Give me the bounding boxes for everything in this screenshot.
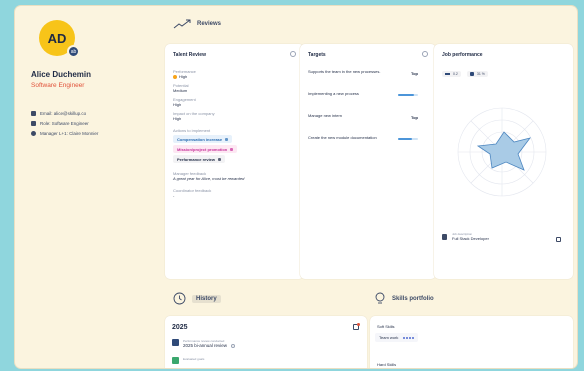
legend-label: 31 % bbox=[476, 72, 485, 76]
performance-dot-icon bbox=[173, 74, 177, 79]
profile-manager: Manager L+1: Claire Monnier bbox=[40, 130, 99, 136]
target-item[interactable]: Create the new module documentation bbox=[308, 135, 420, 157]
profile-email-row: Email: alice@skillup.co bbox=[31, 108, 98, 118]
target-status: Top bbox=[410, 115, 418, 120]
money-icon bbox=[225, 137, 229, 141]
avatar-initials: AD bbox=[47, 30, 67, 46]
skills-card: Soft Skills Team work Hard Skills bbox=[370, 316, 573, 368]
history-item-title-row: 2025 bi-annual review bbox=[183, 343, 236, 348]
job-description[interactable]: Job description Full Stack Developer bbox=[442, 232, 489, 241]
skill-name: Team work bbox=[379, 335, 399, 340]
history-year: 2025 bbox=[172, 324, 188, 331]
profile-email: Email: alice@skillup.co bbox=[40, 110, 87, 116]
target-progress-fill bbox=[398, 138, 412, 140]
job-performance-title: Job performance bbox=[442, 52, 483, 58]
briefcase-icon bbox=[31, 120, 36, 126]
target-progress-bar bbox=[398, 138, 418, 140]
target-status: Top bbox=[410, 71, 418, 76]
history-item[interactable]: Evaluated goals bbox=[172, 357, 204, 364]
job-description-value: Full Stack Developer bbox=[452, 236, 489, 241]
reviews-section-title: Reviews bbox=[173, 19, 221, 29]
talent-review-card: Talent Review Performance High Potential… bbox=[165, 44, 304, 279]
action-chip-label: Compensation increase bbox=[177, 136, 223, 142]
action-chip-mission[interactable]: Mission/project promotion bbox=[173, 145, 238, 153]
impact-value: High bbox=[173, 116, 182, 121]
soft-skills-label: Soft Skills bbox=[377, 324, 395, 329]
skill-level-dots bbox=[403, 336, 415, 339]
talent-review-body: Performance High Potential Medium Engage… bbox=[173, 66, 283, 199]
history-item-title: 2025 bi-annual review bbox=[183, 343, 228, 348]
chart-icon bbox=[218, 157, 222, 161]
history-title: History bbox=[192, 294, 221, 303]
performance-value: High bbox=[179, 74, 188, 79]
legend-label: 0.2 bbox=[453, 72, 458, 76]
history-item[interactable]: Performance review conducted 2025 bi-ann… bbox=[172, 339, 236, 348]
talent-review-edit-icon[interactable] bbox=[290, 51, 296, 57]
grid-icon bbox=[469, 72, 474, 76]
targets-card: Targets Supports the team in the new pro… bbox=[300, 44, 436, 279]
download-icon[interactable] bbox=[556, 237, 561, 242]
legend-item[interactable]: 31 % bbox=[466, 71, 488, 77]
line-swatch-icon bbox=[445, 73, 450, 75]
trend-up-icon bbox=[173, 19, 191, 29]
target-item[interactable]: Manage new intern Top bbox=[308, 113, 420, 135]
history-card: 2025 Performance review conducted 2025 b… bbox=[165, 316, 367, 368]
profile-meta: Email: alice@skillup.co Role: Software E… bbox=[31, 108, 98, 138]
talent-review-title: Talent Review bbox=[173, 52, 206, 58]
add-note-icon[interactable] bbox=[353, 323, 360, 330]
clock-history-icon bbox=[173, 292, 186, 305]
skills-title: Skills portfolio bbox=[392, 295, 434, 302]
target-item[interactable]: Implementing a new process bbox=[308, 91, 420, 113]
action-chip-compensation[interactable]: Compensation increase bbox=[173, 135, 233, 143]
reviews-title: Reviews bbox=[197, 21, 222, 27]
engagement-value: High bbox=[173, 102, 182, 107]
employee-role: Software Engineer bbox=[31, 82, 85, 89]
actions-label: Actions to implement bbox=[173, 128, 211, 133]
avatar-company-badge: ab bbox=[67, 45, 80, 58]
targets-edit-icon[interactable] bbox=[422, 51, 428, 57]
target-progress-bar bbox=[398, 94, 418, 96]
performance-value-row: High bbox=[173, 74, 283, 80]
skills-section-title: Skills portfolio bbox=[374, 292, 434, 305]
manager-feedback: A great year for Alice, must be rewarded bbox=[173, 176, 245, 181]
coordinator-feedback: - bbox=[173, 193, 175, 198]
flag-icon bbox=[230, 147, 234, 151]
skill-chip[interactable]: Team work bbox=[375, 333, 419, 342]
mail-icon bbox=[31, 110, 36, 116]
app-frame: AD ab Alice Duchemin Software Engineer E… bbox=[15, 6, 577, 368]
history-section-title: History bbox=[173, 292, 221, 305]
job-performance-card: Job performance 0.2 31 % Job description… bbox=[434, 44, 573, 279]
potential-value: Medium bbox=[173, 88, 188, 93]
goals-icon bbox=[172, 357, 179, 364]
hard-skills-label: Hard Skills bbox=[377, 362, 397, 367]
info-icon[interactable] bbox=[231, 343, 236, 348]
target-text: Supports the team in the new processes. bbox=[308, 69, 381, 74]
action-chip-label: Performance review bbox=[177, 156, 216, 162]
target-progress-fill bbox=[398, 94, 414, 96]
profile-manager-row: Manager L+1: Claire Monnier bbox=[31, 128, 98, 138]
targets-title: Targets bbox=[308, 52, 326, 58]
target-text: Create the new module documentation bbox=[308, 135, 377, 140]
employee-name: Alice Duchemin bbox=[31, 70, 92, 79]
action-chip-label: Mission/project promotion bbox=[177, 146, 228, 152]
profile-role-row: Role: Software Engineer bbox=[31, 118, 98, 128]
radar-chart bbox=[457, 107, 547, 197]
review-icon bbox=[172, 339, 179, 346]
action-chip-performance[interactable]: Performance review bbox=[173, 155, 226, 163]
target-item[interactable]: Supports the team in the new processes. … bbox=[308, 69, 420, 91]
target-text: Implementing a new process bbox=[308, 91, 359, 96]
target-text: Manage new intern bbox=[308, 113, 343, 118]
profile-role-line: Role: Software Engineer bbox=[40, 120, 89, 126]
job-performance-legend: 0.2 31 % bbox=[442, 71, 488, 77]
legend-item[interactable]: 0.2 bbox=[442, 71, 461, 77]
targets-list: Supports the team in the new processes. … bbox=[308, 69, 420, 157]
document-icon bbox=[442, 233, 447, 240]
history-item-kicker: Evaluated goals bbox=[183, 357, 205, 361]
star-icon bbox=[31, 130, 36, 136]
lightbulb-icon bbox=[375, 292, 385, 304]
